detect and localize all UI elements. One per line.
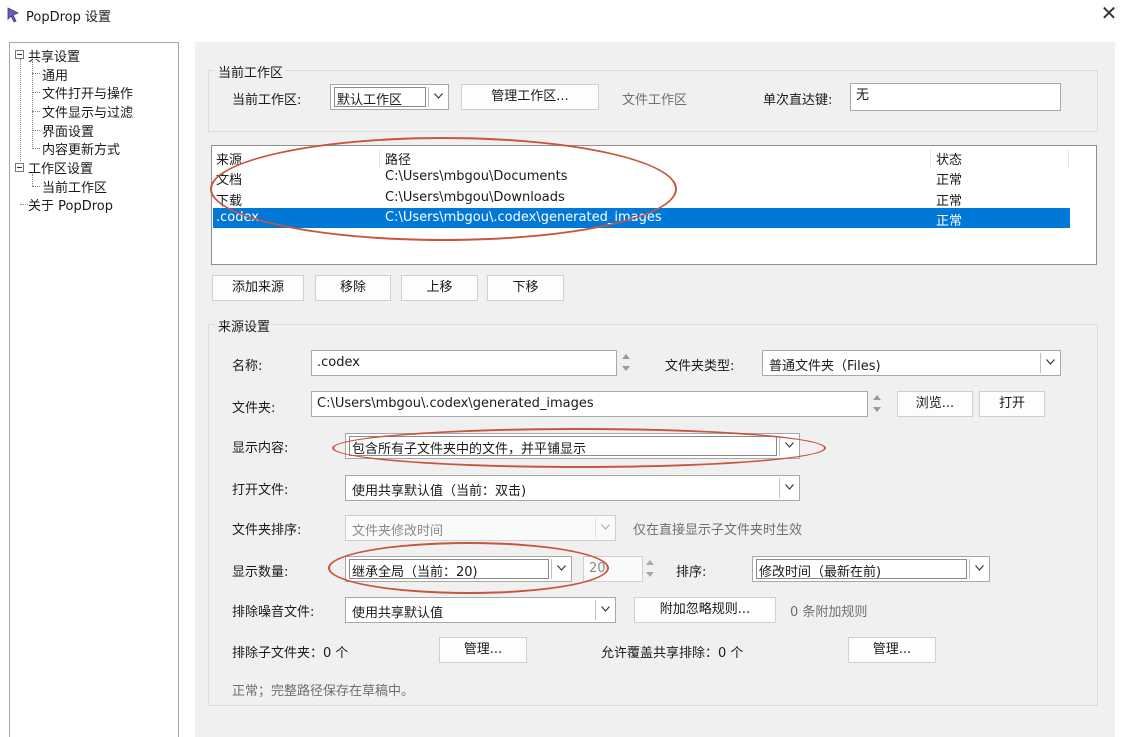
name-input[interactable]: .codex: [311, 350, 617, 376]
ignore-rules-button[interactable]: 附加忽略规则...: [634, 597, 776, 623]
current-workspace-label: 当前工作区:: [232, 93, 302, 108]
exclude-subfolders-label: 排除子文件夹：0 个: [232, 646, 349, 661]
exclude-noise-label: 排除噪音文件:: [232, 605, 315, 620]
table-row[interactable]: 下载 C:\Users\mbgou\Downloads 正常: [213, 188, 1070, 209]
collapse-icon[interactable]: [15, 50, 24, 59]
chevron-down-icon: [779, 436, 799, 456]
list-header: 来源 路径 状态: [213, 147, 1070, 168]
header-path[interactable]: 路径: [385, 149, 411, 168]
folder-sort-label: 文件夹排序:: [232, 523, 302, 538]
settings-panel: 当前工作区 当前工作区: 默认工作区 管理工作区... 文件工作区 单次直达键:…: [195, 42, 1115, 737]
open-file-select[interactable]: 使用共享默认值（当前：双击): [345, 475, 800, 501]
close-icon[interactable]: ✕: [1096, 2, 1122, 26]
chevron-down-icon: [969, 559, 989, 579]
ignore-rules-count: 0 条附加规则: [790, 605, 868, 620]
display-content-label: 显示内容:: [232, 441, 289, 456]
sort-label: 排序:: [676, 565, 707, 580]
tree-item-general[interactable]: 通用: [42, 65, 68, 84]
title-bar: PopDrop 设置 ✕: [0, 0, 1128, 30]
collapse-icon[interactable]: [15, 163, 24, 172]
exclude-noise-select[interactable]: 使用共享默认值: [345, 597, 616, 623]
folder-label: 文件夹:: [232, 401, 276, 416]
tree-item-file-open[interactable]: 文件打开与操作: [42, 83, 133, 102]
move-down-button[interactable]: 下移: [487, 275, 564, 301]
current-workspace-group-label: 当前工作区: [215, 62, 287, 81]
chevron-down-icon: [1040, 353, 1060, 373]
settings-nav-tree: 共享设置 通用 文件打开与操作 文件显示与过滤 界面设置 内容更新方式 工作区设…: [9, 42, 179, 737]
current-workspace-select[interactable]: 默认工作区: [330, 84, 449, 110]
tree-item-current-workspace[interactable]: 当前工作区: [42, 177, 107, 196]
tree-item-about[interactable]: 关于 PopDrop: [28, 195, 113, 214]
open-file-label: 打开文件:: [232, 483, 289, 498]
source-settings-group-label: 来源设置: [215, 316, 274, 335]
manage-subfolders-button[interactable]: 管理...: [439, 637, 527, 663]
display-count-select[interactable]: 继承全局（当前：20): [345, 556, 572, 582]
file-workspace-label: 文件工作区: [622, 93, 688, 108]
sources-list[interactable]: 来源 路径 状态 文档 C:\Users\mbgou\Documents 正常 …: [211, 145, 1097, 265]
table-row-selected[interactable]: .codex C:\Users\mbgou\.codex\generated_i…: [213, 208, 1070, 229]
count-spin-icon[interactable]: [643, 556, 659, 582]
tree-item-shared-settings[interactable]: 共享设置: [28, 46, 80, 65]
folder-type-label: 文件夹类型:: [665, 359, 735, 374]
header-status[interactable]: 状态: [936, 149, 962, 168]
browse-button[interactable]: 浏览...: [897, 391, 973, 417]
folder-type-select[interactable]: 普通文件夹（Files): [762, 350, 1061, 376]
chevron-down-icon: [428, 87, 448, 107]
window-title: PopDrop 设置: [26, 10, 111, 25]
tree-item-file-display[interactable]: 文件显示与过滤: [42, 102, 133, 121]
manage-workspace-button[interactable]: 管理工作区...: [461, 84, 599, 110]
move-up-button[interactable]: 上移: [401, 275, 478, 301]
name-label: 名称:: [232, 359, 263, 374]
chevron-down-icon: [779, 478, 799, 498]
header-source[interactable]: 来源: [216, 149, 242, 168]
hotkey-input[interactable]: 无: [850, 83, 1061, 111]
tree-item-interface[interactable]: 界面设置: [42, 121, 94, 140]
display-count-number[interactable]: 20: [583, 556, 643, 582]
add-source-button[interactable]: 添加来源: [212, 275, 304, 301]
folder-sort-hint: 仅在直接显示子文件夹时生效: [633, 523, 803, 538]
name-spin-icon[interactable]: [619, 350, 635, 376]
folder-sort-select[interactable]: 文件夹修改时间: [345, 515, 616, 541]
chevron-down-icon: [551, 559, 571, 579]
status-text: 正常；完整路径保存在草稿中。: [232, 684, 415, 699]
display-count-label: 显示数量:: [232, 565, 289, 580]
hotkey-label: 单次直达键:: [763, 93, 833, 108]
tree-item-workspace-settings[interactable]: 工作区设置: [28, 158, 93, 177]
open-folder-button[interactable]: 打开: [979, 391, 1045, 417]
sort-select[interactable]: 修改时间（最新在前): [752, 556, 990, 582]
allow-override-label: 允许覆盖共享排除：0 个: [601, 646, 744, 661]
folder-path-input[interactable]: C:\Users\mbgou\.codex\generated_images: [311, 391, 868, 417]
chevron-down-icon: [595, 600, 615, 620]
manage-override-button[interactable]: 管理...: [848, 637, 936, 663]
chevron-down-icon: [595, 518, 615, 538]
tree-item-content-update[interactable]: 内容更新方式: [42, 139, 120, 158]
table-row[interactable]: 文档 C:\Users\mbgou\Documents 正常: [213, 167, 1070, 188]
remove-source-button[interactable]: 移除: [315, 275, 391, 301]
display-content-select[interactable]: 包含所有子文件夹中的文件，并平铺显示: [345, 433, 800, 459]
popdrop-app-icon: [6, 7, 20, 23]
folder-spin-icon[interactable]: [870, 391, 886, 417]
